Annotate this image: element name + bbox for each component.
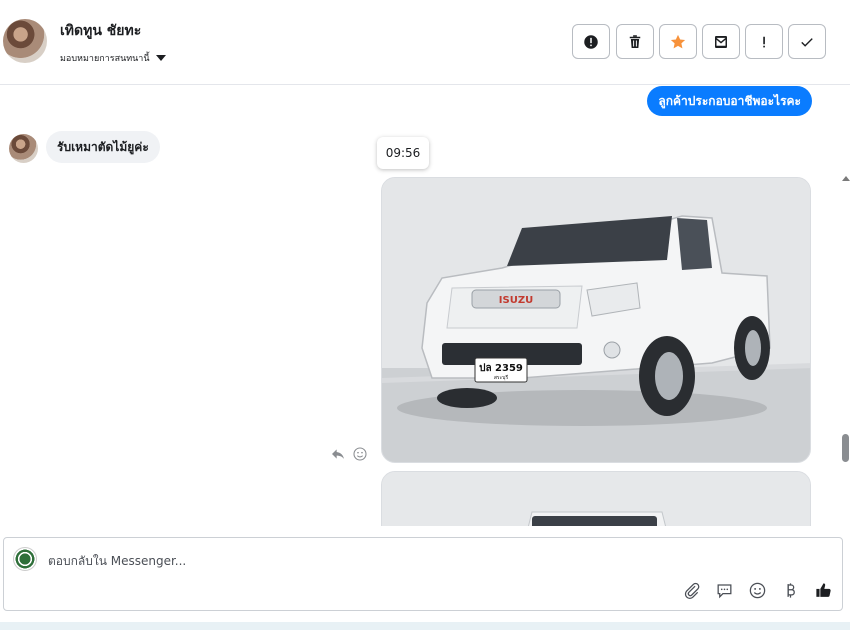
report-spam-button[interactable] [572,24,610,59]
message-actions [330,446,368,462]
conversation-header: เทิดทูน ชัยทะ มอบหมายการสนทนานี้ [0,0,850,85]
message-thread: ลูกค้าประกอบอาชีพอะไรคะ รับเหมาตัดไม้ยูค… [0,86,850,526]
contact-avatar-small [9,134,38,163]
trash-icon [629,34,641,48]
timestamp-tooltip: 09:56 [377,137,429,169]
page-avatar [13,547,37,571]
follow-up-button[interactable] [745,24,783,59]
bottom-strip [0,622,850,630]
message-composer [3,537,843,611]
image-attachment-2[interactable] [381,471,811,526]
thread-scrollbar[interactable] [840,172,850,526]
pickup-truck-photo: ISUZU ปล 2359 สระบุรี [382,178,810,462]
outgoing-message[interactable]: ลูกค้าประกอบอาชีพอะไรคะ [647,86,812,116]
pickup-truck-photo-2 [382,472,810,526]
scroll-up-arrow-icon[interactable] [842,176,850,181]
emoji-button[interactable] [747,580,768,601]
delete-button[interactable] [616,24,654,59]
attach-button[interactable] [681,580,702,601]
assign-conversation-dropdown[interactable]: มอบหมายการสนทนานี้ [60,51,166,65]
done-button[interactable] [788,24,826,59]
license-plate: ปล 2359 [479,362,523,374]
reply-input[interactable] [48,550,648,572]
react-smiley-icon[interactable] [352,446,368,462]
contact-name[interactable]: เทิดทูน ชัยทะ [60,20,141,42]
reply-icon[interactable] [330,446,346,462]
like-button[interactable] [813,580,834,601]
incoming-message[interactable]: รับเหมาตัดไม้ยูค่ะ [46,131,160,163]
envelope-icon [715,35,727,48]
paperclip-icon [684,582,700,599]
composer-tools [681,580,834,601]
scroll-thumb[interactable] [842,434,849,462]
saved-replies-button[interactable] [714,580,735,601]
payment-button[interactable] [780,580,801,601]
truck-brand: ISUZU [499,295,533,306]
thumbs-up-icon [816,583,831,597]
smiley-icon [749,582,766,599]
chat-bubble-icon [717,584,732,599]
mark-unread-button[interactable] [702,24,740,59]
caret-down-icon [155,55,166,61]
baht-icon [787,583,795,598]
assign-label: มอบหมายการสนทนานี้ [60,54,150,64]
check-icon [801,37,813,47]
star-icon [670,34,686,48]
exclamation-icon [763,36,765,47]
license-plate-province: สระบุรี [494,374,509,381]
alert-circle-icon [584,34,598,49]
contact-avatar[interactable] [3,19,47,63]
star-button[interactable] [659,24,697,59]
image-attachment[interactable]: ISUZU ปล 2359 สระบุรี [381,177,811,463]
